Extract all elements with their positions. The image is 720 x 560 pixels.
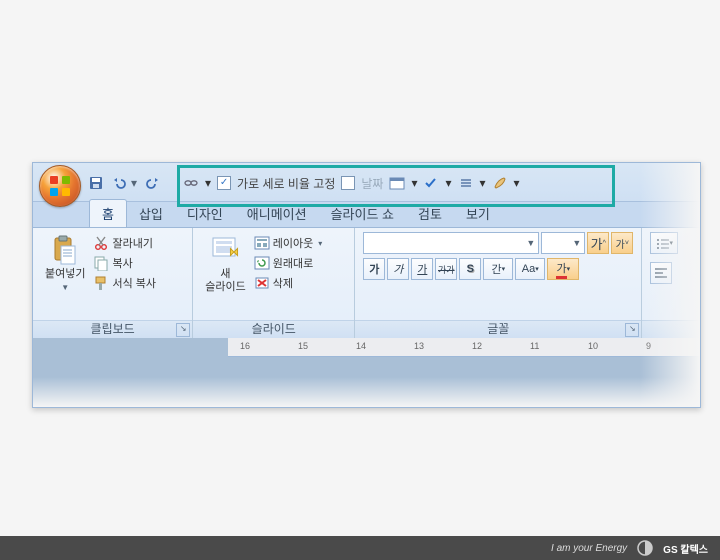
cut-button[interactable]: 잘라내기 [91,234,158,252]
save-icon[interactable] [87,174,105,192]
horizontal-ruler: 16 15 14 13 12 11 10 9 [228,338,700,357]
font-launcher-icon[interactable]: ↘ [625,323,639,337]
ribbon-tabs: 홈 삽입 디자인 애니메이션 슬라이드 쇼 검토 보기 [33,201,700,228]
office-button[interactable] [39,165,81,207]
check-icon[interactable] [423,176,439,190]
tab-home[interactable]: 홈 [89,199,127,228]
font-family-combo[interactable]: ▼ [363,232,539,254]
copy-button[interactable]: 복사 [91,254,158,272]
tab-design[interactable]: 디자인 [175,200,235,228]
ruler-tick: 9 [646,341,651,351]
copy-icon [93,255,109,271]
copy-label: 복사 [112,255,132,271]
ruler-tick: 16 [240,341,250,351]
group-paragraph-fragment: ▾ [642,228,700,338]
reset-label: 원래대로 [273,255,313,271]
format-painter-icon [93,275,109,291]
quick-access-toolbar-left: ▾ [87,173,163,193]
scissors-icon [93,235,109,251]
bullets-button[interactable]: ▾ [650,232,678,254]
layout-label: 레이아웃 [273,235,313,251]
char-spacing-button[interactable]: 간▾ [483,258,513,280]
ruler-tick: 15 [298,341,308,351]
delete-icon [254,275,270,291]
date-label: 날짜 [361,175,383,192]
qat-more-dropdown-icon[interactable]: ▾ [514,176,520,190]
group-font: ▼ ▼ 가^ 가˅ 가 가 가 가가 S 간▾ Aa▾ 가▾ 글꼴↘ [355,228,642,338]
slide-edit-area: 16 15 14 13 12 11 10 9 [33,338,700,407]
chain-dropdown-icon[interactable]: ▾ [205,176,211,190]
undo-dropdown-icon[interactable]: ▾ [131,176,141,190]
new-slide-label: 새 슬라이드 [205,268,245,294]
shrink-font-button[interactable]: 가˅ [611,232,633,254]
tab-insert[interactable]: 삽입 [127,200,175,228]
format-painter-label: 서식 복사 [112,275,156,291]
new-slide-button[interactable]: 새 슬라이드 [201,232,249,296]
layout-icon [254,235,270,251]
calendar-icon[interactable] [389,176,405,190]
title-bar: ▾ ▾ ✓ 가로 세로 비율 고정 날짜 ▾ ▾ ▾ ▾ [33,163,700,202]
ruler-tick: 10 [588,341,598,351]
format-painter-button[interactable]: 서식 복사 [91,274,158,292]
group-label-font: 글꼴↘ [355,320,641,338]
list-icon[interactable] [458,176,474,190]
grow-font-button[interactable]: 가^ [587,232,609,254]
gs-logo-icon [637,540,653,556]
ruler-tick: 14 [356,341,366,351]
bold-button[interactable]: 가 [363,258,385,280]
quick-access-toolbar-custom: ▾ ✓ 가로 세로 비율 고정 날짜 ▾ ▾ ▾ ▾ [183,173,520,193]
reset-button[interactable]: 원래대로 [252,254,325,272]
ruler-tick: 12 [472,341,482,351]
redo-icon[interactable] [145,174,163,192]
change-case-button[interactable]: Aa▾ [515,258,545,280]
aspect-lock-checkbox[interactable]: ✓ [217,176,231,190]
calendar-dropdown-icon[interactable]: ▾ [411,176,417,190]
text-shadow-button[interactable]: S [459,258,481,280]
font-color-button[interactable]: 가▾ [547,258,579,280]
clipboard-launcher-icon[interactable]: ↘ [176,323,190,337]
group-label-paragraph [642,320,700,338]
office-logo-icon [50,176,70,196]
check-dropdown-icon[interactable]: ▾ [445,176,451,190]
page-footer: I am your Energy GS 칼텍스 [0,536,720,560]
paste-dropdown-icon[interactable]: ▼ [61,283,69,292]
tab-view[interactable]: 보기 [454,200,502,228]
group-clipboard: 붙여넣기 ▼ 잘라내기 복사 서식 복사 [33,228,193,338]
footer-slogan: I am your Energy [551,543,627,554]
paste-icon [49,234,81,266]
undo-icon[interactable] [109,174,127,192]
group-label-clipboard: 클립보드↘ [33,320,192,338]
chain-icon[interactable] [183,176,199,190]
cut-label: 잘라내기 [112,235,152,251]
delete-label: 삭제 [273,275,293,291]
ribbon: 붙여넣기 ▼ 잘라내기 복사 서식 복사 [33,227,700,339]
ruler-tick: 11 [530,341,539,351]
paste-button[interactable]: 붙여넣기 ▼ [41,232,89,294]
date-checkbox[interactable] [341,176,355,190]
aspect-lock-label: 가로 세로 비율 고정 [237,175,335,192]
group-label-slides: 슬라이드 [193,320,354,338]
powerpoint-window: ▾ ▾ ✓ 가로 세로 비율 고정 날짜 ▾ ▾ ▾ ▾ 홈 삽입 디자인 애 [32,162,701,408]
group-slides: 새 슬라이드 레이아웃▾ 원래대로 삭제 [193,228,355,338]
brush-icon[interactable] [492,175,508,191]
italic-button[interactable]: 가 [387,258,409,280]
underline-button[interactable]: 가 [411,258,433,280]
delete-slide-button[interactable]: 삭제 [252,274,325,292]
align-left-button[interactable] [650,262,672,284]
font-size-combo[interactable]: ▼ [541,232,585,254]
layout-button[interactable]: 레이아웃▾ [252,234,325,252]
tab-review[interactable]: 검토 [406,200,454,228]
reset-icon [254,255,270,271]
strikethrough-button[interactable]: 가가 [435,258,457,280]
tab-slideshow[interactable]: 슬라이드 쇼 [319,200,406,228]
paste-label: 붙여넣기 [45,268,85,281]
tab-animation[interactable]: 애니메이션 [235,200,319,228]
ruler-tick: 13 [414,341,424,351]
new-slide-icon [209,234,241,266]
footer-brand: GS 칼텍스 [663,541,708,556]
list-dropdown-icon[interactable]: ▾ [480,176,486,190]
